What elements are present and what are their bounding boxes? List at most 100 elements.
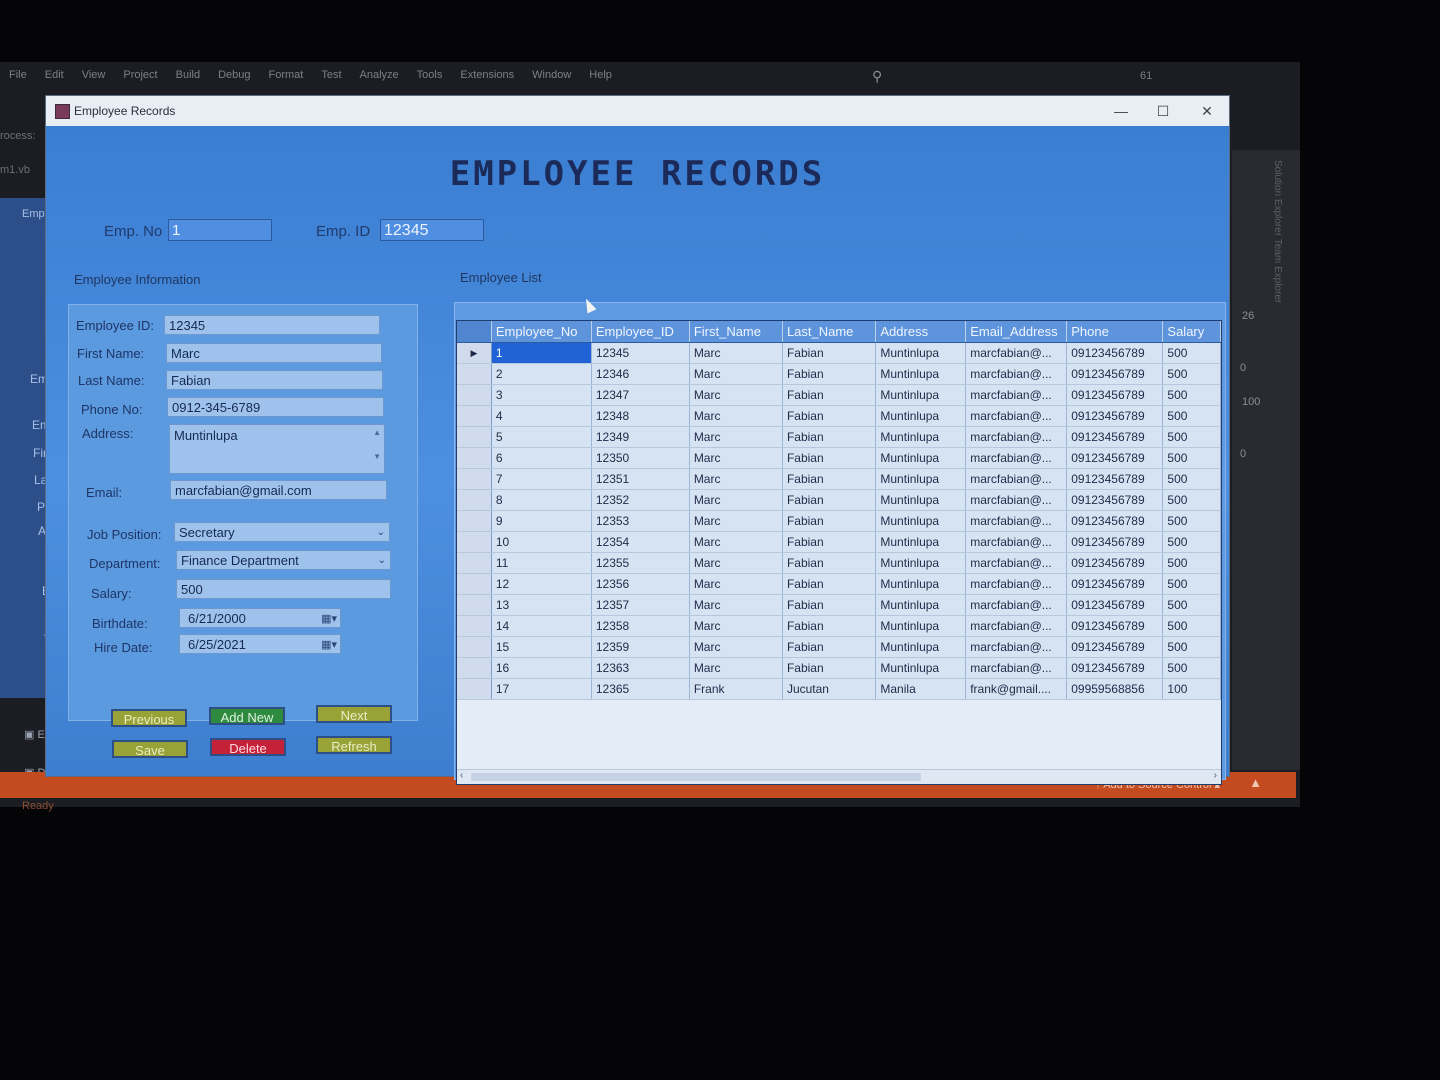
table-cell[interactable]: marcfabian@... bbox=[965, 594, 1068, 616]
table-cell[interactable]: Fabian bbox=[782, 636, 877, 658]
table-cell[interactable]: Fabian bbox=[782, 573, 877, 595]
table-cell[interactable]: Fabian bbox=[782, 363, 877, 385]
table-cell[interactable]: 12353 bbox=[591, 510, 690, 532]
table-cell[interactable]: 09123456789 bbox=[1066, 573, 1164, 595]
table-cell[interactable]: marcfabian@... bbox=[965, 615, 1068, 637]
row-header[interactable] bbox=[457, 468, 492, 490]
table-cell[interactable]: Fabian bbox=[782, 615, 877, 637]
table-cell[interactable]: Muntinlupa bbox=[875, 447, 967, 469]
hire-date-picker[interactable]: 6/25/2021 ▦▾ bbox=[179, 634, 341, 654]
ide-menu-item[interactable]: Build bbox=[167, 66, 209, 88]
row-header[interactable]: ▶ bbox=[457, 342, 492, 364]
table-row[interactable]: 4 12348 Marc Fabian Muntinlupa marcfabian@...… bbox=[457, 405, 1221, 427]
table-cell[interactable]: 4 bbox=[491, 405, 592, 427]
row-header[interactable] bbox=[457, 552, 492, 574]
table-cell[interactable]: 09123456789 bbox=[1066, 657, 1164, 679]
close-button[interactable]: ✕ bbox=[1189, 100, 1225, 122]
table-cell[interactable]: Fabian bbox=[782, 510, 877, 532]
row-header[interactable] bbox=[457, 405, 492, 427]
ide-menu-item[interactable]: Extensions bbox=[451, 66, 523, 88]
table-cell[interactable]: 500 bbox=[1162, 531, 1221, 553]
table-row[interactable]: 14 12358 Marc Fabian Muntinlupa marcfabian@..… bbox=[457, 615, 1221, 637]
table-cell[interactable]: Marc bbox=[689, 510, 783, 532]
table-cell[interactable]: 500 bbox=[1162, 657, 1221, 679]
table-cell[interactable]: 12345 bbox=[591, 342, 690, 364]
table-cell[interactable]: Marc bbox=[689, 363, 783, 385]
table-cell[interactable]: 5 bbox=[491, 426, 592, 448]
table-cell[interactable]: 12350 bbox=[591, 447, 690, 469]
table-cell[interactable]: marcfabian@... bbox=[965, 468, 1068, 490]
table-cell[interactable]: 09123456789 bbox=[1066, 342, 1164, 364]
horizontal-scrollbar[interactable]: ‹ › bbox=[457, 769, 1221, 784]
table-cell[interactable]: 17 bbox=[491, 678, 592, 700]
table-row[interactable]: 7 12351 Marc Fabian Muntinlupa marcfabian@...… bbox=[457, 468, 1221, 490]
ide-menu-item[interactable]: Format bbox=[260, 66, 313, 88]
table-cell[interactable]: Marc bbox=[689, 657, 783, 679]
table-cell[interactable]: marcfabian@... bbox=[965, 363, 1068, 385]
column-header[interactable]: First_Name bbox=[689, 321, 783, 343]
table-cell[interactable]: Fabian bbox=[782, 531, 877, 553]
table-cell[interactable]: 09123456789 bbox=[1066, 405, 1164, 427]
row-header[interactable] bbox=[457, 447, 492, 469]
previous-button[interactable]: Previous bbox=[111, 709, 187, 727]
table-cell[interactable]: Muntinlupa bbox=[875, 405, 967, 427]
row-header[interactable] bbox=[457, 384, 492, 406]
table-cell[interactable]: Fabian bbox=[782, 426, 877, 448]
table-cell[interactable]: Marc bbox=[689, 573, 783, 595]
table-cell[interactable]: 09123456789 bbox=[1066, 552, 1164, 574]
table-cell[interactable]: 12354 bbox=[591, 531, 690, 553]
ide-menu-item[interactable]: Tools bbox=[408, 66, 452, 88]
phone-field[interactable]: 0912-345-6789 bbox=[167, 397, 384, 417]
row-header[interactable] bbox=[457, 426, 492, 448]
column-header[interactable]: Address bbox=[875, 321, 967, 343]
bell-icon[interactable]: ▲ bbox=[1249, 775, 1262, 790]
ide-menu-item[interactable]: Help bbox=[580, 66, 621, 88]
birthdate-picker[interactable]: 6/21/2000 ▦▾ bbox=[179, 608, 341, 628]
table-cell[interactable]: 10 bbox=[491, 531, 592, 553]
next-button[interactable]: Next bbox=[316, 705, 392, 723]
table-cell[interactable]: 500 bbox=[1162, 384, 1221, 406]
table-cell[interactable]: 09123456789 bbox=[1066, 468, 1164, 490]
table-cell[interactable]: 09123456789 bbox=[1066, 384, 1164, 406]
table-cell[interactable]: 16 bbox=[491, 657, 592, 679]
ide-menu-item[interactable]: Debug bbox=[209, 66, 259, 88]
calendar-icon[interactable]: ▦▾ bbox=[321, 636, 337, 655]
last-name-field[interactable]: Fabian bbox=[166, 370, 383, 390]
row-header[interactable] bbox=[457, 510, 492, 532]
ide-menu-item[interactable]: Edit bbox=[36, 66, 73, 88]
table-cell[interactable]: Muntinlupa bbox=[875, 531, 967, 553]
table-cell[interactable]: 13 bbox=[491, 594, 592, 616]
table-row[interactable]: 2 12346 Marc Fabian Muntinlupa marcfabian@...… bbox=[457, 363, 1221, 385]
table-cell[interactable]: 7 bbox=[491, 468, 592, 490]
table-cell[interactable]: Fabian bbox=[782, 384, 877, 406]
table-cell[interactable]: 09123456789 bbox=[1066, 594, 1164, 616]
table-cell[interactable]: 12349 bbox=[591, 426, 690, 448]
table-cell[interactable]: 12355 bbox=[591, 552, 690, 574]
table-row[interactable]: 15 12359 Marc Fabian Muntinlupa marcfabian@..… bbox=[457, 636, 1221, 658]
table-cell[interactable]: 12365 bbox=[591, 678, 690, 700]
row-header[interactable] bbox=[457, 678, 492, 700]
email-field[interactable]: marcfabian@gmail.com bbox=[170, 480, 387, 500]
column-header[interactable]: Email_Address bbox=[965, 321, 1068, 343]
table-cell[interactable]: 500 bbox=[1162, 405, 1221, 427]
table-row[interactable]: 10 12354 Marc Fabian Muntinlupa marcfabian@..… bbox=[457, 531, 1221, 553]
column-header[interactable]: Employee_No bbox=[491, 321, 592, 343]
table-cell[interactable]: marcfabian@... bbox=[965, 573, 1068, 595]
table-row[interactable]: 12 12356 Marc Fabian Muntinlupa marcfabian@..… bbox=[457, 573, 1221, 595]
table-cell[interactable]: 09123456789 bbox=[1066, 489, 1164, 511]
table-cell[interactable]: Jucutan bbox=[782, 678, 877, 700]
table-cell[interactable]: Muntinlupa bbox=[875, 342, 967, 364]
table-cell[interactable]: Marc bbox=[689, 636, 783, 658]
table-cell[interactable]: Muntinlupa bbox=[875, 636, 967, 658]
table-cell[interactable]: Muntinlupa bbox=[875, 615, 967, 637]
table-cell[interactable]: 500 bbox=[1162, 426, 1221, 448]
table-cell[interactable]: Marc bbox=[689, 615, 783, 637]
table-row[interactable]: 6 12350 Marc Fabian Muntinlupa marcfabian@...… bbox=[457, 447, 1221, 469]
table-cell[interactable]: Fabian bbox=[782, 489, 877, 511]
table-cell[interactable]: Fabian bbox=[782, 657, 877, 679]
table-cell[interactable]: 12363 bbox=[591, 657, 690, 679]
job-position-select[interactable]: Secretary ⌄ bbox=[174, 522, 390, 542]
table-row[interactable]: ▶ 1 12345 Marc Fabian Muntinlupa marcfabian@..… bbox=[457, 342, 1221, 364]
table-cell[interactable]: marcfabian@... bbox=[965, 405, 1068, 427]
table-cell[interactable]: 15 bbox=[491, 636, 592, 658]
